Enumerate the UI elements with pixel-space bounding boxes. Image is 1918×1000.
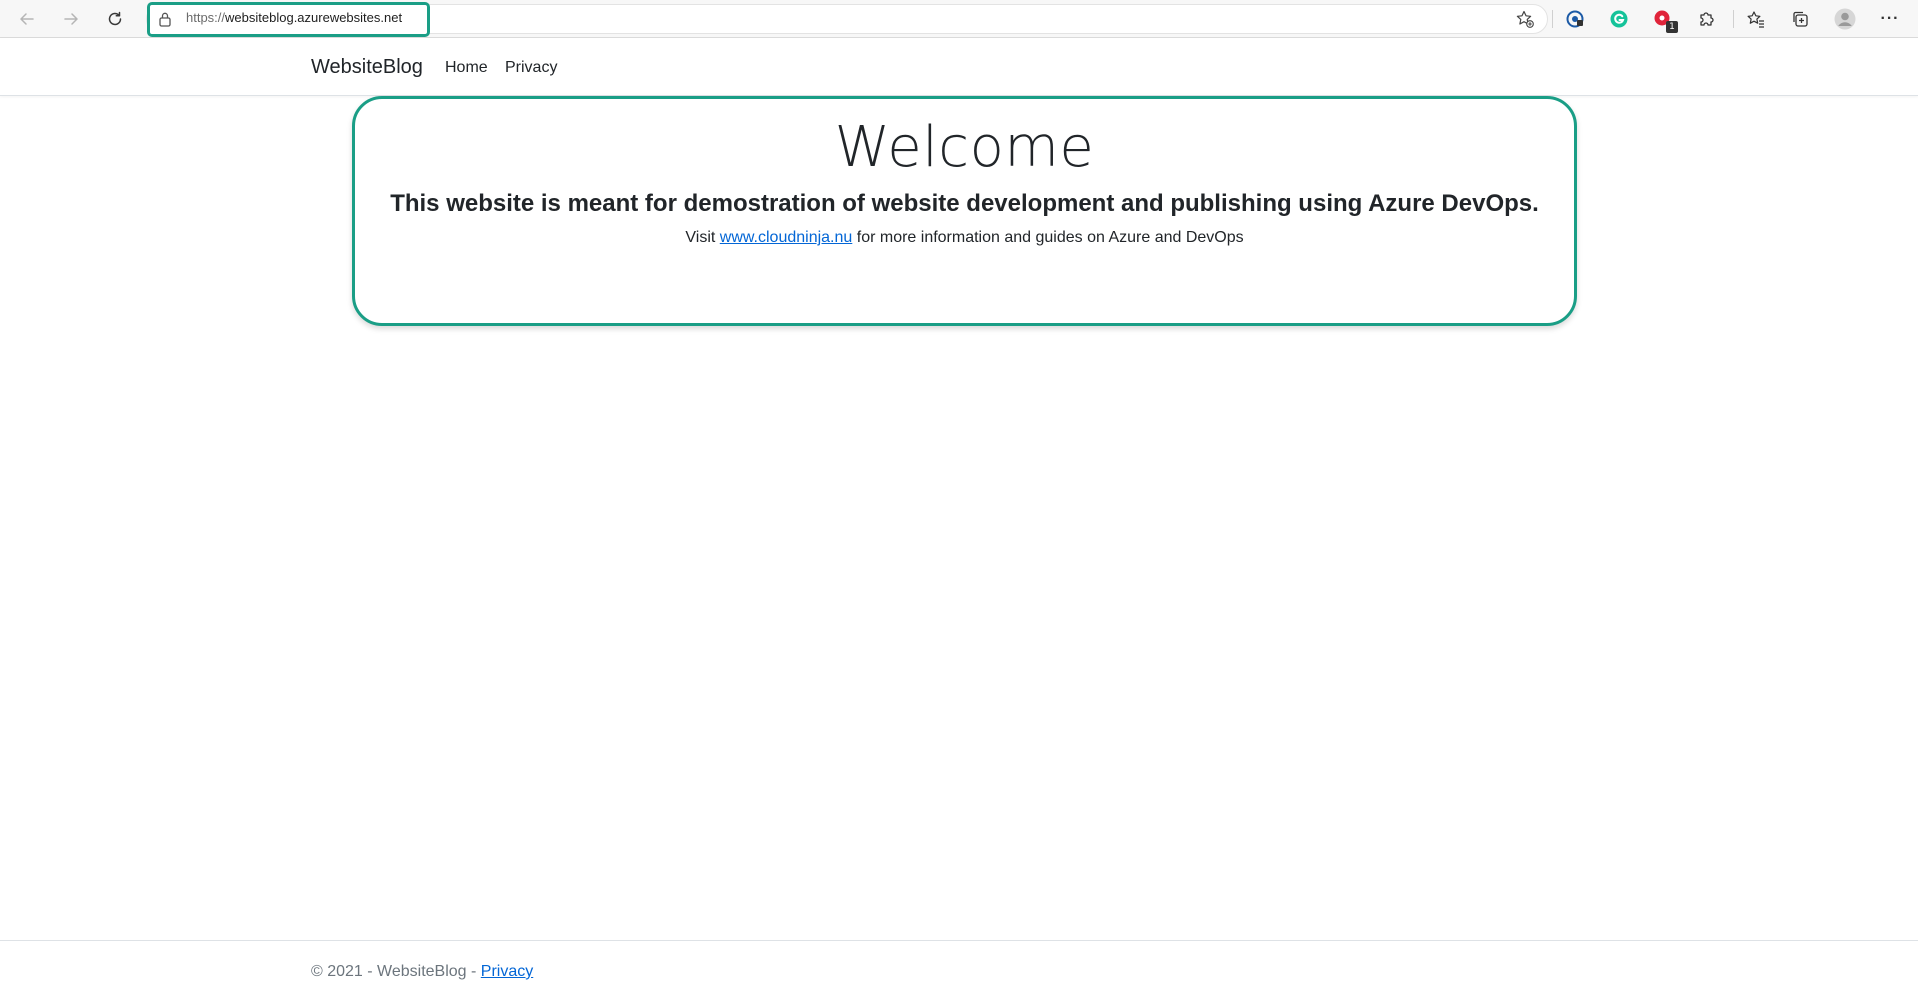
extension-badge: 1 <box>1666 21 1678 33</box>
toolbar-separator <box>1733 10 1734 28</box>
collections-icon <box>1793 11 1808 27</box>
arrow-left-icon <box>20 13 34 25</box>
forward-button[interactable] <box>58 6 84 32</box>
footer-privacy-link[interactable]: Privacy <box>481 963 533 980</box>
site-navbar: WebsiteBlog Home Privacy <box>0 38 1918 96</box>
copilot-extension-button[interactable] <box>1563 7 1587 31</box>
welcome-section: Welcome This website is meant for demost… <box>352 96 1577 326</box>
visit-suffix: for more information and guides on Azure… <box>852 229 1244 246</box>
copilot-extension-icon <box>1566 10 1584 28</box>
url-text[interactable]: https://websiteblog.azurewebsites.net <box>186 10 402 25</box>
welcome-title: Welcome <box>834 115 1095 180</box>
profile-button[interactable] <box>1833 7 1857 31</box>
grammarly-extension-button[interactable] <box>1607 7 1631 31</box>
site-footer: © 2021 - WebsiteBlog - Privacy <box>0 940 1918 1000</box>
toolbar-separator <box>1552 10 1553 28</box>
welcome-visit-text: Visit www.cloudninja.nu for more informa… <box>355 229 1574 247</box>
refresh-icon <box>108 11 122 26</box>
visit-prefix: Visit <box>685 229 720 246</box>
favorites-button[interactable] <box>1744 7 1768 31</box>
star-add-icon[interactable] <box>1515 9 1535 29</box>
url-scheme: https:// <box>186 10 226 25</box>
refresh-button[interactable] <box>102 6 128 32</box>
favorites-icon <box>1747 11 1764 28</box>
nav-link-privacy[interactable]: Privacy <box>505 59 557 77</box>
puzzle-icon <box>1700 12 1714 26</box>
url-host: websiteblog.azurewebsites.net <box>225 10 403 25</box>
lock-icon[interactable] <box>158 11 172 27</box>
back-button[interactable] <box>14 6 40 32</box>
arrow-right-icon <box>64 13 78 25</box>
collections-button[interactable] <box>1788 7 1812 31</box>
grammarly-extension-icon <box>1610 10 1628 28</box>
browser-toolbar: https://websiteblog.azurewebsites.net 1 <box>0 0 1918 38</box>
nav-link-home[interactable]: Home <box>445 59 488 77</box>
red-extension-button[interactable]: 1 <box>1651 7 1678 33</box>
footer-copyright: © 2021 - WebsiteBlog - <box>311 963 481 980</box>
more-icon[interactable]: ··· <box>1878 7 1902 31</box>
extensions-button[interactable] <box>1695 7 1719 31</box>
brand-link[interactable]: WebsiteBlog <box>311 56 423 79</box>
welcome-subtitle: This website is meant for demostration o… <box>390 190 1539 217</box>
cloudninja-link[interactable]: www.cloudninja.nu <box>720 229 853 246</box>
profile-icon <box>1834 8 1856 30</box>
footer-text: © 2021 - WebsiteBlog - Privacy <box>311 963 533 981</box>
